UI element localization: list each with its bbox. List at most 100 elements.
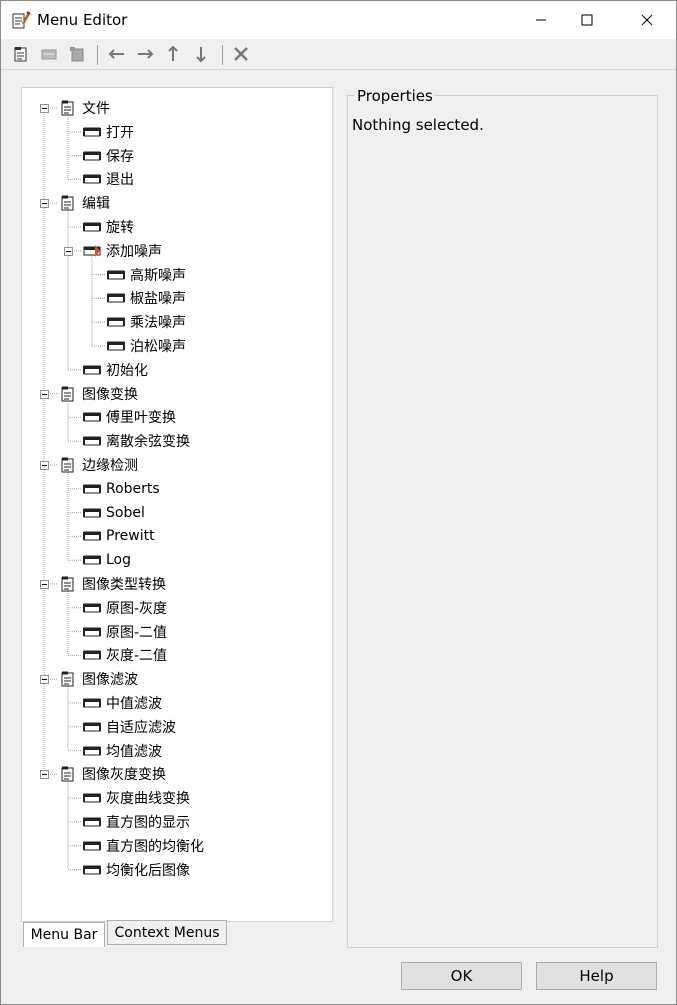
tree-menu[interactable]: 文件 (59, 97, 110, 119)
tree-node-label: 旋转 (106, 220, 134, 236)
tree-menu-item[interactable]: 均值滤波 (83, 740, 162, 762)
menu-item-icon (83, 861, 101, 879)
tree-menu[interactable]: 添加噪声 (83, 240, 162, 262)
tree-menu[interactable]: 图像灰度变换 (59, 763, 166, 785)
menu-item-icon (83, 527, 101, 545)
tree-menu-item[interactable]: 自适应滤波 (83, 716, 176, 738)
menu-item-icon (83, 599, 101, 617)
tree-node-label: Roberts (106, 480, 160, 497)
tree-menu-item[interactable]: 直方图的均衡化 (83, 835, 204, 857)
menu-tree[interactable]: 文件 打开 保存 退出编辑旋转添加噪声高斯噪声椒盐噪声乘法噪声泊松噪声 初始化 图像变换傅… (21, 87, 333, 922)
new-menu-button[interactable] (10, 43, 32, 65)
collapse-toggle-icon[interactable] (40, 389, 49, 399)
tree-menu-item[interactable]: 初始化 (83, 359, 148, 381)
menu-item-icon (83, 147, 101, 165)
move-up-icon (168, 45, 178, 61)
menu-item-icon (83, 718, 101, 736)
help-button[interactable]: Help (536, 962, 657, 990)
tree-menu[interactable]: 图像类型转换 (59, 573, 166, 595)
tree-menu-item[interactable]: 旋转 (83, 216, 134, 238)
tree-menu[interactable]: 图像滤波 (59, 668, 138, 690)
tree-node-label: 乘法噪声 (130, 315, 186, 332)
new-context-menu-button[interactable] (66, 43, 88, 65)
collapse-toggle-icon[interactable] (40, 461, 49, 470)
move-left-button[interactable] (106, 43, 128, 65)
menu-item-icon (83, 432, 101, 450)
properties-legend: Properties (355, 87, 435, 105)
move-down-button[interactable] (190, 43, 212, 65)
tree-menu-item[interactable]: Log (83, 549, 131, 571)
new-menu-icon (14, 47, 27, 62)
tree-menu-item[interactable]: 灰度曲线变换 (83, 787, 190, 809)
tree-node-label: Prewitt (106, 528, 155, 545)
collapse-toggle-icon[interactable] (64, 246, 73, 256)
move-up-button[interactable] (162, 43, 184, 65)
tree-node-label: 原图-二值 (106, 624, 168, 641)
title-bar: Menu Editor (1, 1, 676, 39)
menu-item-icon (107, 266, 125, 284)
close-button[interactable] (624, 1, 670, 39)
tree-menu-item[interactable]: 高斯噪声 (107, 264, 186, 286)
tab-context-menus[interactable]: Context Menus (107, 920, 227, 945)
menu-item-icon (83, 694, 101, 712)
tree-menu-item[interactable]: 傅里叶变换 (83, 406, 176, 428)
tree-node-label: 灰度曲线变换 (106, 791, 190, 808)
tab-menu-bar[interactable]: Menu Bar (23, 922, 105, 947)
tree-menu-item[interactable]: 原图-二值 (83, 621, 167, 643)
tree-menu-item[interactable]: 打开 (83, 121, 134, 143)
move-left-icon (108, 49, 124, 59)
tree-node-label: Sobel (106, 504, 145, 521)
tree-node-label: 直方图的均衡化 (106, 838, 204, 855)
tree-node-label: 离散余弦变换 (106, 434, 190, 451)
move-right-icon (138, 49, 154, 59)
tree-menu[interactable]: 边缘检测 (59, 454, 138, 476)
tree-menu[interactable]: 编辑 (59, 192, 110, 214)
tree-menu-item[interactable]: 灰度-二值 (83, 644, 167, 666)
tab-menu-bar-label: Menu Bar (30, 927, 98, 943)
tree-menu-item[interactable]: 均衡化后图像 (83, 859, 190, 881)
collapse-toggle-icon[interactable] (40, 104, 49, 113)
minimize-icon (536, 19, 546, 21)
tree-node-label: 自适应滤波 (106, 719, 176, 736)
collapse-toggle-icon[interactable] (40, 199, 49, 209)
tree-menu-item[interactable]: 中值滤波 (83, 692, 162, 714)
menu-item-icon (83, 837, 101, 855)
menu-item-icon (83, 408, 101, 426)
tree-menu-item[interactable]: 乘法噪声 (107, 311, 186, 333)
collapse-toggle-icon[interactable] (40, 580, 49, 589)
properties-message: Nothing selected. (352, 116, 484, 134)
tree-node-label: 编辑 (82, 196, 110, 213)
minimize-button[interactable] (518, 1, 564, 39)
maximize-icon (581, 14, 593, 26)
menu-item-icon (83, 742, 101, 760)
tree-menu-item[interactable]: 椒盐噪声 (107, 287, 186, 309)
move-right-button[interactable] (134, 43, 156, 65)
collapse-toggle-icon[interactable] (40, 675, 49, 685)
tab-context-menus-label: Context Menus (114, 924, 220, 941)
tree-menu-item[interactable]: 退出 (83, 168, 134, 190)
tree-menu-item[interactable]: Roberts (83, 478, 160, 500)
collapse-toggle-icon[interactable] (40, 770, 49, 780)
ok-button[interactable]: OK (401, 962, 522, 990)
tree-menu-item[interactable]: 泊松噪声 (107, 335, 186, 357)
tree-menu-item[interactable]: 离散余弦变换 (83, 430, 190, 452)
maximize-button[interactable] (564, 1, 610, 39)
tree-menu-item[interactable]: 直方图的显示 (83, 811, 190, 833)
tree-menu-item[interactable]: Sobel (83, 502, 145, 524)
tree-menu[interactable]: 图像变换 (59, 383, 138, 405)
tree-menu-item[interactable]: 原图-灰度 (83, 597, 167, 619)
menu-item-icon (83, 123, 101, 141)
menu-editor-app-icon (11, 10, 31, 30)
tree-node-label: 高斯噪声 (130, 267, 186, 284)
close-icon (641, 14, 653, 26)
menu-icon (59, 670, 77, 688)
new-menu-item-button[interactable] (38, 43, 60, 65)
tree-node-label: 傅里叶变换 (106, 410, 176, 427)
tree-menu-item[interactable]: 保存 (83, 145, 134, 167)
menu-icon (59, 99, 77, 117)
tree-node-label: Log (106, 552, 132, 569)
delete-button[interactable] (230, 43, 252, 65)
window-title: Menu Editor (37, 11, 128, 29)
menu-item-icon (107, 289, 125, 307)
tree-menu-item[interactable]: Prewitt (83, 525, 155, 547)
